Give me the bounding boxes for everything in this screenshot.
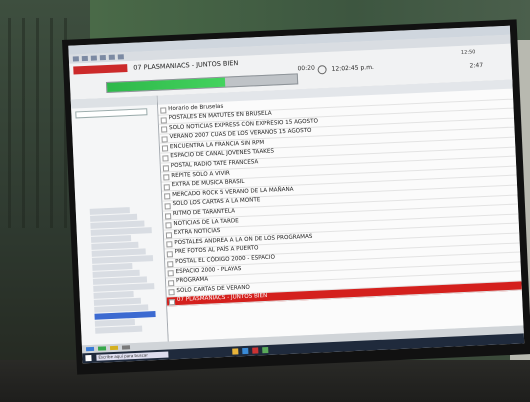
help-icon[interactable] bbox=[117, 54, 124, 60]
next-time: 12:50 bbox=[460, 49, 476, 56]
row-title: SOLO CARTAS DE VERANO bbox=[176, 284, 251, 294]
library-tree bbox=[89, 206, 163, 334]
tree-item[interactable] bbox=[93, 291, 134, 299]
tools-icon[interactable] bbox=[99, 55, 106, 61]
tree-item[interactable] bbox=[90, 235, 132, 243]
countdown-label: 2:47 bbox=[469, 61, 484, 70]
view-icon[interactable] bbox=[90, 55, 97, 61]
tree-item[interactable] bbox=[94, 318, 135, 327]
radio-app-icon[interactable] bbox=[262, 346, 269, 354]
row-checkbox[interactable] bbox=[164, 203, 171, 210]
edit-icon[interactable] bbox=[81, 55, 88, 62]
row-checkbox[interactable] bbox=[163, 174, 170, 181]
row-checkbox[interactable] bbox=[166, 241, 173, 248]
tree-item[interactable] bbox=[93, 283, 155, 292]
row-checkbox[interactable] bbox=[160, 107, 167, 114]
row-title: NOTICIAS DE LA TARDE bbox=[173, 217, 239, 227]
row-checkbox[interactable] bbox=[168, 279, 175, 287]
tree-item[interactable] bbox=[89, 207, 130, 215]
monitor-bezel: 07 PLASMANIACS - JUNTOS BIEN 00:20 12:02… bbox=[62, 19, 530, 375]
browser-icon[interactable] bbox=[242, 347, 249, 355]
row-checkbox[interactable] bbox=[165, 231, 173, 239]
clock-readout: 12:02:45 p.m. bbox=[331, 63, 375, 73]
row-title: Horario de Bruselas bbox=[168, 103, 224, 112]
tree-item[interactable] bbox=[94, 311, 156, 320]
row-checkbox[interactable] bbox=[166, 251, 173, 258]
warning-icon[interactable] bbox=[109, 345, 119, 351]
window-grille bbox=[8, 18, 68, 228]
folder-icon[interactable] bbox=[232, 348, 239, 355]
library-search-input[interactable] bbox=[75, 108, 148, 119]
screen: 07 PLASMANIACS - JUNTOS BIEN 00:20 12:02… bbox=[68, 25, 525, 364]
library-panel bbox=[70, 95, 169, 346]
row-title: EXTRA NOTICIAS bbox=[173, 228, 221, 237]
clock-icon bbox=[317, 65, 327, 75]
play-icon[interactable] bbox=[85, 346, 95, 352]
row-checkbox[interactable] bbox=[163, 184, 170, 191]
row-checkbox[interactable] bbox=[161, 136, 168, 143]
row-checkbox[interactable] bbox=[167, 260, 174, 267]
tree-item[interactable] bbox=[90, 227, 152, 236]
row-checkbox[interactable] bbox=[162, 155, 169, 162]
stop-icon[interactable] bbox=[121, 345, 131, 350]
row-checkbox[interactable] bbox=[161, 126, 168, 133]
file-icon[interactable] bbox=[72, 56, 79, 62]
row-checkbox[interactable] bbox=[164, 193, 171, 200]
ok-icon[interactable] bbox=[97, 346, 107, 351]
app-icon[interactable] bbox=[252, 347, 259, 354]
tree-item[interactable] bbox=[92, 263, 133, 271]
row-title: EXTRA DE MUSICA BRASIL bbox=[171, 179, 245, 189]
row-checkbox[interactable] bbox=[167, 270, 174, 277]
taskbar-search-input[interactable]: Escribe aquí para buscar bbox=[96, 351, 169, 361]
row-checkbox[interactable] bbox=[160, 116, 167, 124]
row-checkbox[interactable] bbox=[162, 164, 170, 172]
row-title: ESPACIO 2000 - PLAYAS bbox=[175, 265, 242, 275]
row-title: PROGRAMA bbox=[175, 276, 209, 285]
settings-icon[interactable] bbox=[108, 54, 115, 60]
row-checkbox[interactable] bbox=[168, 289, 175, 296]
now-playing-title: 07 PLASMANIACS - JUNTOS BIEN bbox=[133, 59, 239, 72]
playlist-log: Horario de Bruselas POSTALES EN MATUTES E… bbox=[158, 89, 522, 307]
time-remaining: 00:20 bbox=[297, 64, 315, 73]
row-checkbox[interactable] bbox=[164, 212, 172, 220]
row-checkbox[interactable] bbox=[161, 145, 169, 152]
row-title: RITMO DE TARANTELA bbox=[172, 208, 236, 218]
playlist-panel: Horario de Bruselas POSTALES EN MATUTES E… bbox=[157, 79, 524, 342]
progress-meter-fill bbox=[106, 77, 226, 92]
row-checkbox[interactable] bbox=[165, 222, 172, 229]
main-area: Horario de Bruselas POSTALES EN MATUTES E… bbox=[70, 79, 524, 346]
row-checkbox[interactable] bbox=[168, 299, 176, 306]
row-title: REPITE SOLO A VIVIR bbox=[171, 170, 231, 179]
station-badge bbox=[73, 64, 128, 75]
tree-item[interactable] bbox=[95, 325, 143, 334]
tree-item[interactable] bbox=[91, 255, 154, 264]
start-button-icon[interactable] bbox=[85, 354, 92, 362]
